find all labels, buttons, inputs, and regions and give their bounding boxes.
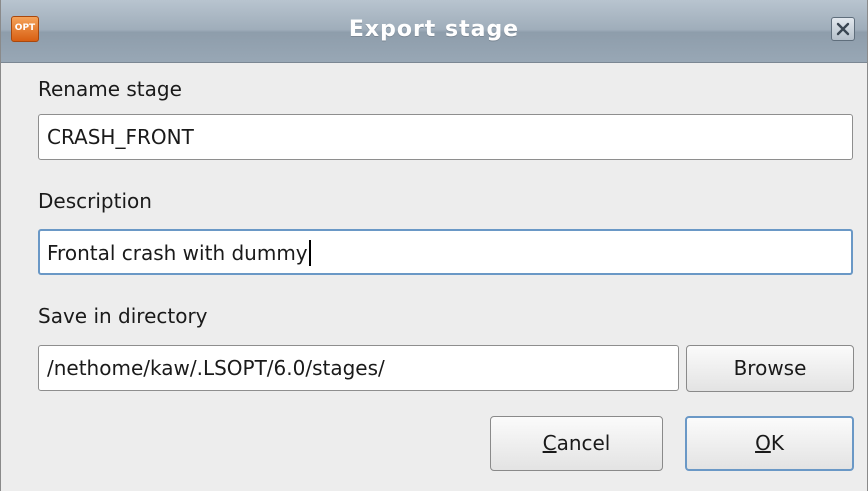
rename-stage-label: Rename stage <box>38 77 182 101</box>
ok-mnemonic: O <box>755 431 771 455</box>
text-caret <box>308 240 311 266</box>
save-directory-input[interactable]: /nethome/kaw/.LSOPT/6.0/stages/ <box>38 345 679 391</box>
window-title: Export stage <box>348 17 520 42</box>
close-button[interactable] <box>831 17 855 41</box>
cancel-mnemonic: C <box>542 431 557 455</box>
cancel-button[interactable]: Cancel <box>490 416 663 471</box>
description-value: Frontal crash with dummy <box>47 241 308 265</box>
ok-button[interactable]: OK <box>685 416 854 471</box>
title-bar[interactable]: OPT Export stage <box>1 0 867 63</box>
save-directory-label: Save in directory <box>38 304 208 328</box>
close-icon <box>836 22 850 36</box>
export-stage-dialog: OPT Export stage Rename stage CRASH_FRON… <box>0 0 868 491</box>
ok-label: K <box>770 431 784 455</box>
browse-button[interactable]: Browse <box>686 345 854 392</box>
description-input[interactable]: Frontal crash with dummy <box>38 229 853 275</box>
cancel-label: ancel <box>556 431 611 455</box>
rename-stage-input[interactable]: CRASH_FRONT <box>38 114 853 160</box>
description-label: Description <box>38 189 152 213</box>
